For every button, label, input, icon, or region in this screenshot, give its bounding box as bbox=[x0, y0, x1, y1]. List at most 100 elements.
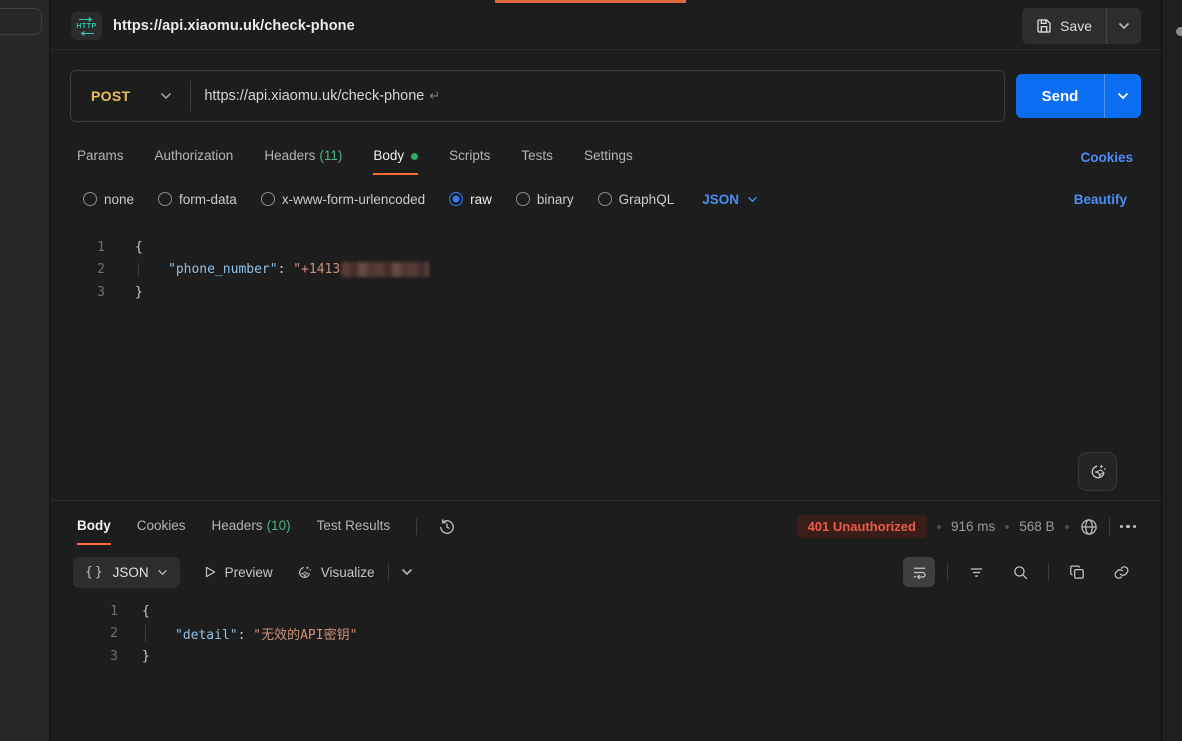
mode-form-data[interactable]: form-data bbox=[158, 192, 237, 207]
method-selector[interactable]: POST bbox=[71, 88, 190, 104]
visualize-button[interactable]: Visualize bbox=[296, 564, 375, 581]
code-line: 1 { bbox=[51, 236, 1161, 259]
tab-label: Authorization bbox=[155, 148, 234, 163]
mode-none[interactable]: none bbox=[83, 192, 134, 207]
response-tab-cookies[interactable]: Cookies bbox=[137, 509, 186, 545]
language-selector[interactable]: JSON bbox=[702, 192, 758, 207]
token-brace: } bbox=[135, 285, 143, 300]
radio-icon bbox=[83, 192, 97, 206]
response-body-editor[interactable]: 1 { 2 "detail": "无效的API密钥" 3 } bbox=[51, 600, 1161, 741]
token-key: "detail" bbox=[175, 628, 238, 643]
filter-button[interactable] bbox=[960, 557, 992, 587]
response-headers-count-badge: (10) bbox=[267, 518, 291, 533]
response-tab-headers[interactable]: Headers(10) bbox=[212, 509, 291, 545]
radio-icon bbox=[516, 192, 530, 206]
line-number: 2 bbox=[51, 262, 105, 277]
chevron-down-icon bbox=[747, 196, 758, 203]
token-string: "无效的API密钥" bbox=[253, 628, 357, 643]
preview-button[interactable]: Preview bbox=[203, 565, 273, 580]
tab-label: Settings bbox=[584, 148, 633, 163]
request-url-row: POST https://api.xiaomu.uk/check-phone↵ … bbox=[70, 70, 1141, 122]
tab-body[interactable]: Body bbox=[373, 139, 418, 175]
dot-separator bbox=[937, 525, 941, 529]
token-brace: { bbox=[135, 240, 143, 255]
mode-label: form-data bbox=[179, 192, 237, 207]
tab-tests[interactable]: Tests bbox=[521, 139, 553, 175]
send-button[interactable]: Send bbox=[1016, 74, 1104, 118]
response-tab-test-results[interactable]: Test Results bbox=[317, 509, 391, 545]
radio-icon bbox=[261, 192, 275, 206]
mode-label: x-www-form-urlencoded bbox=[282, 192, 425, 207]
divider bbox=[1109, 518, 1110, 535]
mode-binary[interactable]: binary bbox=[516, 192, 574, 207]
code-line: 2 "phone_number": "+1413 bbox=[51, 259, 1161, 282]
save-options-button[interactable] bbox=[1107, 8, 1141, 44]
request-response-divider[interactable] bbox=[51, 500, 1161, 501]
tab-settings[interactable]: Settings bbox=[584, 139, 633, 175]
save-button[interactable]: Save bbox=[1022, 8, 1106, 44]
request-tabs: Params Authorization Headers(11) Body Sc… bbox=[77, 138, 1133, 176]
mode-raw[interactable]: raw bbox=[449, 192, 492, 207]
wrap-text-button[interactable] bbox=[903, 557, 935, 587]
send-options-button[interactable] bbox=[1105, 74, 1141, 118]
mode-label: GraphQL bbox=[619, 192, 675, 207]
history-clock-icon bbox=[437, 517, 457, 537]
url-value: https://api.xiaomu.uk/check-phone bbox=[204, 88, 424, 104]
token-brace: } bbox=[142, 649, 150, 664]
tab-scripts[interactable]: Scripts bbox=[449, 139, 490, 175]
tab-label: Scripts bbox=[449, 148, 490, 163]
cookies-link[interactable]: Cookies bbox=[1080, 150, 1133, 165]
tab-label: Cookies bbox=[137, 518, 186, 533]
body-mode-row: none form-data x-www-form-urlencoded raw… bbox=[83, 185, 1127, 213]
mode-graphql[interactable]: GraphQL bbox=[598, 192, 675, 207]
divider bbox=[1048, 564, 1049, 581]
response-format-selector[interactable]: {} JSON bbox=[73, 557, 180, 588]
tab-label: Params bbox=[77, 148, 124, 163]
search-button[interactable] bbox=[1004, 557, 1036, 587]
chevron-down-icon bbox=[1118, 22, 1130, 30]
language-label: JSON bbox=[702, 192, 739, 207]
chevron-down-icon bbox=[401, 568, 413, 576]
save-button-group: Save bbox=[1022, 8, 1141, 44]
wrap-text-icon bbox=[911, 564, 928, 581]
request-body-editor[interactable]: 1 { 2 "phone_number": "+1413 3 } bbox=[51, 236, 1161, 500]
body-modified-dot bbox=[411, 153, 418, 160]
copy-response-button[interactable] bbox=[1061, 557, 1093, 587]
braces-icon: {} bbox=[85, 565, 105, 580]
visualize-sparkle-icon bbox=[296, 564, 313, 581]
sidebar-collapsed-panel[interactable] bbox=[0, 8, 42, 35]
response-tab-body[interactable]: Body bbox=[77, 509, 111, 545]
mode-label: binary bbox=[537, 192, 574, 207]
line-number: 1 bbox=[51, 604, 118, 619]
url-input[interactable]: https://api.xiaomu.uk/check-phone↵ bbox=[191, 88, 440, 104]
more-views-button[interactable] bbox=[401, 563, 413, 581]
postbot-ai-button[interactable] bbox=[1078, 452, 1117, 491]
response-time[interactable]: 916 ms bbox=[951, 519, 995, 534]
beautify-link[interactable]: Beautify bbox=[1074, 192, 1127, 207]
tab-headers[interactable]: Headers(11) bbox=[264, 139, 342, 175]
mode-x-www-form-urlencoded[interactable]: x-www-form-urlencoded bbox=[261, 192, 425, 207]
network-info-button[interactable] bbox=[1079, 517, 1099, 537]
response-history-button[interactable] bbox=[437, 517, 457, 537]
more-options-button[interactable] bbox=[1120, 525, 1137, 529]
line-number: 3 bbox=[51, 649, 118, 664]
play-icon bbox=[203, 565, 217, 579]
token-key: "phone_number" bbox=[168, 262, 278, 277]
status-badge[interactable]: 401 Unauthorized bbox=[797, 515, 927, 538]
tab-params[interactable]: Params bbox=[77, 139, 124, 175]
preview-label: Preview bbox=[225, 565, 273, 580]
radio-icon bbox=[158, 192, 172, 206]
indent-guide bbox=[145, 625, 146, 642]
response-size[interactable]: 568 B bbox=[1019, 519, 1054, 534]
chevron-down-icon bbox=[1117, 92, 1129, 100]
sparkle-bot-icon bbox=[1088, 462, 1108, 482]
right-strip-handle-icon[interactable] bbox=[1176, 27, 1182, 36]
http-icon-label: HTTP bbox=[76, 23, 96, 30]
chevron-down-icon bbox=[157, 569, 168, 576]
share-link-button[interactable] bbox=[1105, 557, 1137, 587]
response-toolbar: {} JSON Preview Visualize bbox=[73, 556, 1137, 588]
token-string-visible: "+1413 bbox=[293, 262, 340, 277]
tab-authorization[interactable]: Authorization bbox=[155, 139, 234, 175]
divider bbox=[416, 518, 417, 535]
code-line: 1 { bbox=[51, 600, 1161, 623]
